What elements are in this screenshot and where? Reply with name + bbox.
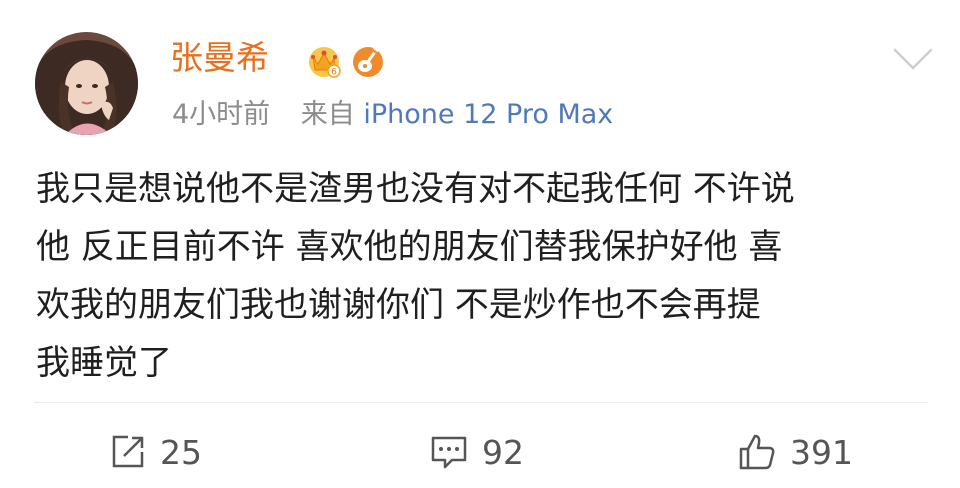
guitar-icon[interactable] [350, 40, 386, 80]
source-prefix: 来自 [300, 99, 355, 130]
weibo-post: 张曼希 6 4小时前 来自 iPhone 12 Pro Max 我只是想说他不是… [0, 0, 960, 488]
post-time: 4小时前 [172, 99, 271, 130]
avatar[interactable] [35, 32, 138, 135]
author-name[interactable]: 张曼希 [170, 36, 269, 80]
chevron-down-icon[interactable] [892, 46, 934, 72]
thumbs-up-icon [739, 434, 775, 470]
content-line: 欢我的朋友们我也谢谢你们 不是炒作也不会再提 [36, 285, 761, 325]
comment-icon [431, 436, 467, 469]
content-line: 我只是想说他不是渣男也没有对不起我任何 不许说 [36, 169, 795, 209]
svg-text:6: 6 [331, 68, 337, 78]
device-link[interactable]: iPhone 12 Pro Max [363, 99, 613, 130]
crown-badge-icon[interactable]: 6 [304, 40, 344, 80]
comment-button[interactable]: 92 [428, 428, 524, 476]
comment-count: 92 [482, 432, 524, 472]
post-content: 我只是想说他不是渣男也没有对不起我任何 不许说 他 反正目前不许 喜欢他的朋友们… [36, 160, 936, 392]
content-line: 我睡觉了 [36, 343, 172, 383]
repost-count: 25 [160, 432, 202, 472]
divider [34, 402, 928, 403]
avatar-photo [35, 32, 138, 135]
repost-button[interactable]: 25 [108, 428, 202, 476]
like-button[interactable]: 391 [736, 428, 853, 476]
content-line: 他 反正目前不许 喜欢他的朋友们替我保护好他 喜 [36, 227, 783, 267]
post-meta: 4小时前 来自 iPhone 12 Pro Max [172, 96, 613, 134]
like-count: 391 [790, 432, 853, 472]
repost-icon [112, 435, 144, 468]
